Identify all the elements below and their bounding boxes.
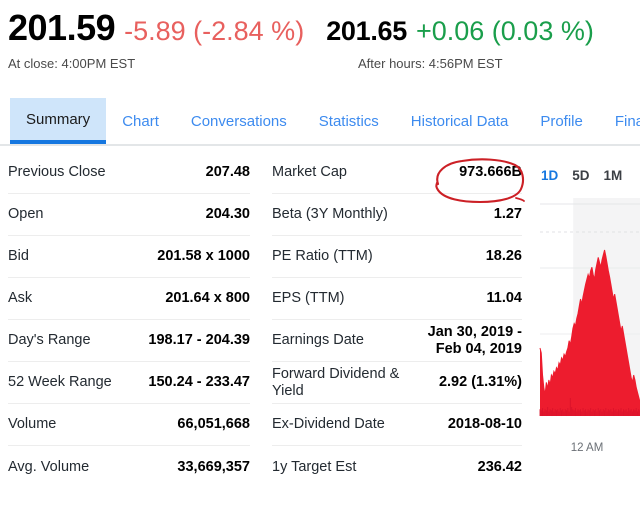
regular-change: -5.89 (-2.84 %) [124, 16, 305, 46]
tab-label: Chart [122, 112, 159, 130]
stat-value: 150.24 - 233.47 [148, 374, 250, 390]
regular-session-quote: 201.59 -5.89 (-2.84 %) [8, 8, 304, 51]
stat-row: Market Cap 973.666B [272, 152, 522, 194]
tab-label: Profile [540, 112, 583, 130]
stat-value: 11.04 [486, 290, 523, 306]
tab-label: Financia [614, 112, 640, 130]
range-button-1d[interactable]: 1D [534, 168, 565, 183]
stat-label: Volume [8, 416, 57, 432]
tab-financia[interactable]: Financia [599, 98, 640, 144]
tab-bar: Summary Chart Conversations Statistics Histo… [0, 98, 640, 146]
stat-row: Open 204.30 [8, 194, 250, 236]
tab-statistics[interactable]: Statistics [303, 98, 395, 144]
stat-label: Earnings Date [272, 332, 364, 348]
stat-row: EPS (TTM) 11.04 [272, 278, 522, 320]
stat-label: Market Cap [272, 164, 347, 180]
quote-meta-row: At close: 4:00PM EST After hours: 4:56PM… [8, 56, 640, 76]
stat-value: 2.92 (1.31%) [438, 374, 522, 390]
range-button-label: 1D [541, 167, 559, 183]
stat-row: Ex-Dividend Date 2018-08-10 [272, 404, 522, 446]
stat-value: Jan 30, 2019 - Feb 04, 2019 [427, 323, 522, 357]
stat-label: PE Ratio (TTM) [272, 248, 373, 264]
tab-label: Summary [26, 110, 91, 128]
stat-row: Forward Dividend & Yield 2.92 (1.31%) [272, 362, 522, 404]
stat-value: 2018-08-10 [447, 416, 522, 432]
range-button-label: 5D [572, 167, 590, 183]
stat-label: Open [8, 206, 44, 222]
after-hours-timestamp: After hours: 4:56PM EST [358, 56, 503, 71]
stat-label: EPS (TTM) [272, 290, 345, 306]
stat-label: 52 Week Range [8, 374, 112, 390]
stats-column-middle: Market Cap 973.666B Beta (3Y Monthly) 1.27 P… [272, 152, 522, 488]
stat-row: Volume 66,051,668 [8, 404, 250, 446]
tab-label: Conversations [190, 112, 287, 130]
after-hours-quote: 201.65 +0.06 (0.03 %) [326, 11, 594, 51]
stats-column-left: Previous Close 207.48 Open 204.30 Bid 201.58 … [8, 152, 250, 488]
range-button-1m[interactable]: 1M [597, 168, 630, 183]
stat-label: 1y Target Est [272, 458, 357, 475]
stat-value: 204.30 [205, 206, 250, 222]
stat-value: 33,669,357 [177, 458, 250, 475]
regular-price: 201.59 [8, 7, 116, 48]
range-button-5d[interactable]: 5D [565, 168, 596, 183]
stat-value: 207.48 [205, 164, 250, 180]
tab-historical-data[interactable]: Historical Data [395, 98, 525, 144]
stat-row: Earnings Date Jan 30, 2019 - Feb 04, 2019 [272, 320, 522, 362]
tab-conversations[interactable]: Conversations [175, 98, 303, 144]
quote-header: 201.59 -5.89 (-2.84 %) 201.65 +0.06 (0.0… [0, 0, 640, 90]
stat-label: Forward Dividend & Yield [272, 365, 400, 399]
stat-row: Day's Range 198.17 - 204.39 [8, 320, 250, 362]
chart-x-axis-label: 12 AM [570, 442, 604, 454]
tab-summary[interactable]: Summary [10, 98, 107, 144]
tab-profile[interactable]: Profile [524, 98, 599, 144]
stat-row: Avg. Volume 33,669,357 [8, 446, 250, 488]
stat-value: 18.26 [485, 248, 522, 264]
chart-range-selector: 1D 5D 1M [534, 164, 640, 186]
tab-label: Statistics [318, 112, 379, 130]
stat-label: Ask [8, 290, 33, 306]
stat-value: 198.17 - 204.39 [148, 332, 250, 348]
tab-label: Historical Data [410, 112, 509, 130]
stat-label: Beta (3Y Monthly) [272, 206, 388, 222]
after-hours-change: +0.06 (0.03 %) [415, 16, 594, 46]
stat-label: Previous Close [8, 164, 106, 180]
stat-value: 1.27 [493, 206, 522, 222]
stat-row: Bid 201.58 x 1000 [8, 236, 250, 278]
stat-value: 973.666B [459, 164, 522, 180]
stat-label: Bid [8, 248, 29, 264]
at-close-timestamp: At close: 4:00PM EST [8, 56, 136, 71]
tab-chart[interactable]: Chart [106, 98, 175, 144]
stat-value: 201.58 x 1000 [157, 248, 250, 264]
stat-value: 66,051,668 [177, 416, 250, 432]
quote-prices-row: 201.59 -5.89 (-2.84 %) 201.65 +0.06 (0.0… [8, 8, 640, 50]
stat-row: Ask 201.64 x 800 [8, 278, 250, 320]
stat-row: PE Ratio (TTM) 18.26 [272, 236, 522, 278]
stat-value: 236.42 [477, 458, 522, 475]
after-hours-price: 201.65 [326, 16, 407, 46]
stat-label: Day's Range [8, 332, 91, 348]
stat-row: 52 Week Range 150.24 - 233.47 [8, 362, 250, 404]
price-area-chart[interactable] [534, 198, 640, 446]
stat-row: Previous Close 207.48 [8, 152, 250, 194]
stat-label: Ex-Dividend Date [272, 416, 385, 432]
tab-list: Summary Chart Conversations Statistics Histo… [10, 98, 640, 144]
stat-row: 1y Target Est 236.42 [272, 446, 522, 488]
stat-label: Avg. Volume [8, 458, 90, 475]
mini-chart-panel: 1D 5D 1M 12 AM [534, 152, 640, 509]
stat-value: 201.64 x 800 [165, 290, 250, 306]
stat-row: Beta (3Y Monthly) 1.27 [272, 194, 522, 236]
range-button-label: 1M [603, 167, 623, 183]
